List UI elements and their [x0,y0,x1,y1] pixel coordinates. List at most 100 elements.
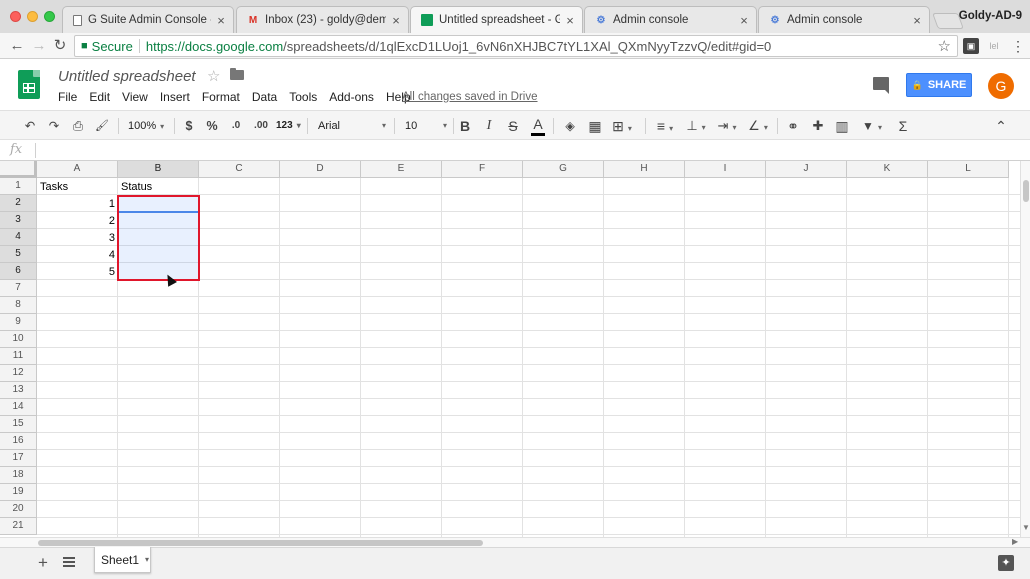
insert-chart-icon[interactable]: ▥ [834,117,850,135]
column-header-a[interactable]: A [37,161,118,178]
close-tab-icon[interactable]: × [564,13,576,28]
insert-link-icon[interactable]: ⚭ [785,117,801,135]
formula-bar[interactable]: fx [0,140,1030,161]
cell-a1[interactable]: Tasks [38,179,118,195]
close-tab-icon[interactable]: × [390,13,402,28]
extension-icon[interactable]: ▣ [963,38,979,54]
extension-icon[interactable]: lel [986,38,1002,54]
caret-down-icon[interactable]: ▾ [145,555,149,564]
collapse-menu-icon[interactable]: ⌃ [993,117,1009,135]
star-icon[interactable]: ☆ [207,67,220,85]
vertical-scroll-thumb[interactable] [1023,180,1029,202]
column-header-b[interactable]: B [118,161,199,178]
row-header-20[interactable]: 20 [0,501,37,518]
horizontal-scroll-thumb[interactable] [38,540,483,546]
row-header-11[interactable]: 11 [0,348,37,365]
decrease-decimals-button[interactable]: .0 [228,117,244,135]
font-size-select[interactable]: 10 ▾ [405,116,447,136]
menu-tools[interactable]: Tools [289,90,317,104]
row-header-19[interactable]: 19 [0,484,37,501]
row-header-21[interactable]: 21 [0,518,37,535]
fullscreen-window-button[interactable] [44,11,55,22]
reload-icon[interactable]: ↻ [51,37,69,55]
scroll-right-arrow-icon[interactable]: ▶ [1012,537,1018,546]
row-header-3[interactable]: 3 [0,212,37,229]
column-header-f[interactable]: F [442,161,523,178]
text-color-button[interactable]: A [531,115,545,133]
back-icon[interactable]: ← [8,37,26,55]
cell-a6[interactable]: 5 [38,264,118,280]
cell-a5[interactable]: 4 [38,247,118,263]
forward-icon[interactable]: → [30,37,48,55]
row-header-6[interactable]: 6 [0,263,37,280]
cell-a3[interactable]: 2 [38,213,118,229]
column-header-l[interactable]: L [928,161,1009,178]
paint-format-icon[interactable]: 🖌 [94,117,110,135]
column-header-c[interactable]: C [199,161,280,178]
row-header-14[interactable]: 14 [0,399,37,416]
filter-icon[interactable]: ▼ ▾ [858,117,886,135]
column-header-e[interactable]: E [361,161,442,178]
redo-icon[interactable]: ↷ [46,117,62,135]
save-status-link[interactable]: All changes saved in Drive [402,91,538,103]
text-wrap-icon[interactable]: ⇥ ▾ [716,117,738,135]
close-window-button[interactable] [10,11,21,22]
share-button[interactable]: 🔒 SHARE [906,73,972,97]
bold-button[interactable]: B [458,117,472,135]
column-header-d[interactable]: D [280,161,361,178]
row-header-8[interactable]: 8 [0,297,37,314]
undo-icon[interactable]: ↶ [22,117,38,135]
minimize-window-button[interactable] [27,11,38,22]
insert-comment-icon[interactable]: ✚ [810,117,826,135]
row-header-12[interactable]: 12 [0,365,37,382]
menu-edit[interactable]: Edit [89,90,110,104]
browser-menu-icon[interactable]: ⋮ [1010,38,1026,54]
column-header-h[interactable]: H [604,161,685,178]
close-tab-icon[interactable]: × [911,13,923,28]
browser-tab-admin-console-2[interactable]: ⚙ Admin console × [758,6,930,33]
close-tab-icon[interactable]: × [738,13,750,28]
font-select[interactable]: Arial ▾ [318,116,386,136]
vertical-scrollbar[interactable]: ▼ [1020,161,1030,537]
zoom-select[interactable]: 100% ▾ [128,116,164,136]
bookmark-star-icon[interactable]: ☆ [938,37,951,55]
menu-view[interactable]: View [122,90,148,104]
spreadsheet-grid[interactable]: ABCDEFGHIJKL 1 2 3 4 5 6 7 8 9 10 11 12 13 14 15 16 17 18… [0,161,1020,537]
row-header-17[interactable]: 17 [0,450,37,467]
row-header-2[interactable]: 2 [0,195,37,212]
horizontal-align-icon[interactable]: ≡ ▾ [654,117,676,135]
horizontal-scrollbar[interactable]: ▶ [0,537,1030,547]
row-header-18[interactable]: 18 [0,467,37,484]
add-sheet-button[interactable]: + [38,553,48,573]
merge-cells-icon[interactable]: ⊞ ▾ [612,117,632,135]
all-sheets-menu-icon[interactable] [63,557,75,567]
profile-name[interactable]: Goldy-AD-9 [959,10,1022,22]
row-header-5[interactable]: 5 [0,246,37,263]
column-header-j[interactable]: J [766,161,847,178]
sheet-tab-sheet1[interactable]: Sheet1 ▾ [94,547,151,573]
column-header-i[interactable]: I [685,161,766,178]
text-rotation-icon[interactable]: ∠ ▾ [747,117,769,135]
cell-a2[interactable]: 1 [38,196,118,212]
browser-tab-admin-console-1[interactable]: ⚙ Admin console × [584,6,757,33]
browser-tab-spreadsheet[interactable]: Untitled spreadsheet - Goog × [410,6,583,33]
vertical-align-icon[interactable]: ⊥ ▾ [685,117,707,135]
italic-button[interactable]: I [482,117,496,135]
comments-icon[interactable] [873,77,889,94]
fill-color-icon[interactable]: ◈ [562,117,578,135]
avatar[interactable]: G [988,73,1014,99]
row-header-15[interactable]: 15 [0,416,37,433]
select-all-corner[interactable] [0,161,37,178]
sheets-logo-icon[interactable] [18,70,40,99]
scroll-down-arrow-icon[interactable]: ▼ [1022,523,1030,532]
row-header-1[interactable]: 1 [0,178,37,195]
menu-insert[interactable]: Insert [160,90,190,104]
close-tab-icon[interactable]: × [215,13,227,28]
row-header-9[interactable]: 9 [0,314,37,331]
print-icon[interactable]: ⎙ [70,117,86,135]
functions-icon[interactable]: Σ [896,117,910,135]
row-header-10[interactable]: 10 [0,331,37,348]
cell-a4[interactable]: 3 [38,230,118,246]
currency-format-button[interactable]: $ [182,117,196,135]
document-title[interactable]: Untitled spreadsheet [58,68,196,85]
